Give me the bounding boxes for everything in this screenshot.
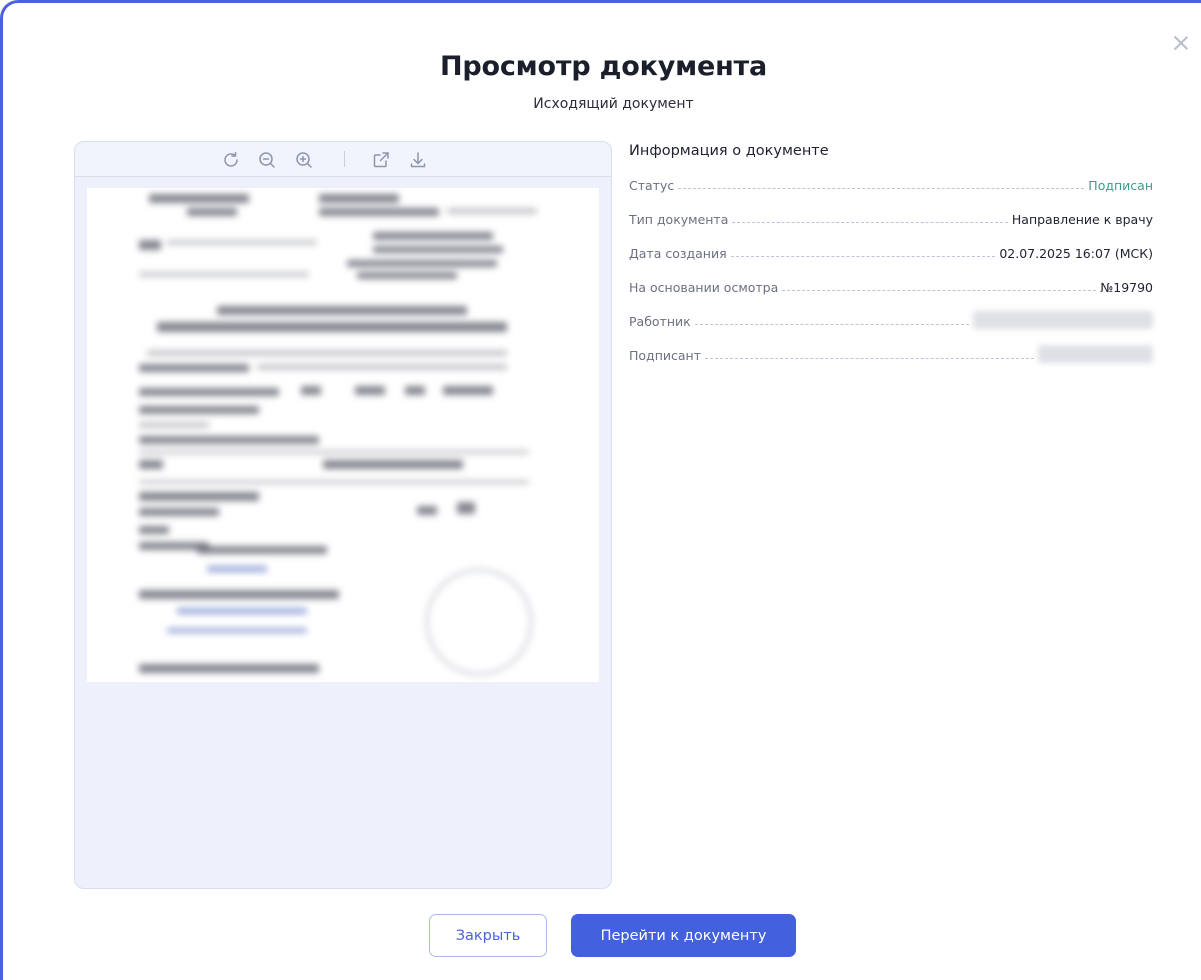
document-viewer xyxy=(74,141,612,889)
download-icon[interactable] xyxy=(408,150,428,170)
redacted-signer-name xyxy=(1038,345,1153,363)
open-external-icon[interactable] xyxy=(371,150,391,170)
dialog-title: Просмотр документа xyxy=(439,51,768,82)
info-value: 02.07.2025 16:07 (МСК) xyxy=(999,246,1153,261)
info-title: Информация о документе xyxy=(629,143,829,159)
go-to-document-button[interactable]: Перейти к документу xyxy=(571,914,796,957)
zoom-in-icon[interactable] xyxy=(294,150,314,170)
info-label: На основании осмотра xyxy=(629,280,779,295)
info-label: Работник xyxy=(629,314,691,329)
close-icon[interactable] xyxy=(1171,33,1191,53)
info-value: №19790 xyxy=(1100,280,1153,295)
document-info-panel: Информация о документе Статус Подписан Т… xyxy=(629,143,1153,377)
info-row-created: Дата создания 02.07.2025 16:07 (МСК) xyxy=(629,241,1153,261)
rotate-icon[interactable] xyxy=(221,150,241,170)
document-page-preview xyxy=(87,188,599,682)
zoom-out-icon[interactable] xyxy=(257,150,277,170)
viewer-toolbar xyxy=(75,142,611,177)
info-row-status: Статус Подписан xyxy=(629,173,1153,193)
info-row-doc-type: Тип документа Направление к врачу xyxy=(629,207,1153,227)
info-label: Статус xyxy=(629,178,675,193)
dialog-subtitle: Исходящий документ xyxy=(533,96,694,112)
info-label: Подписант xyxy=(629,348,701,363)
info-value: Направление к врачу xyxy=(1011,212,1153,227)
info-row-inspection: На основании осмотра №19790 xyxy=(629,275,1153,295)
info-label: Дата создания xyxy=(629,246,727,261)
redacted-worker-name xyxy=(973,311,1153,329)
close-button[interactable]: Закрыть xyxy=(429,914,547,957)
info-row-signer: Подписант xyxy=(629,343,1153,363)
document-preview-dialog: Просмотр документа Исходящий документ Ин… xyxy=(0,0,1201,980)
toolbar-separator xyxy=(344,151,345,167)
status-badge: Подписан xyxy=(1088,178,1153,193)
info-label: Тип документа xyxy=(629,212,729,227)
info-row-worker: Работник xyxy=(629,309,1153,329)
